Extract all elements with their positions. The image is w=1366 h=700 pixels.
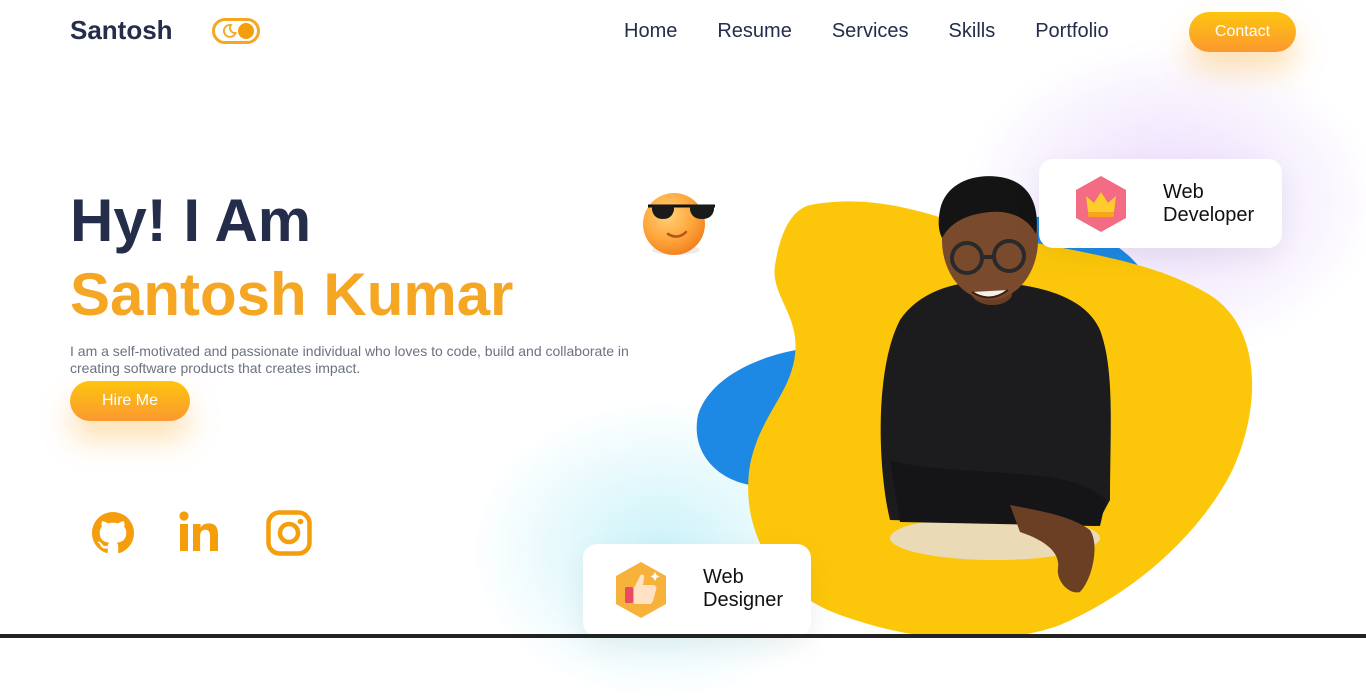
bottom-edge xyxy=(0,634,1366,638)
nav-link-portfolio[interactable]: Portfolio xyxy=(1035,20,1108,43)
nav-link-resume[interactable]: Resume xyxy=(717,20,791,43)
contact-button[interactable]: Contact xyxy=(1189,12,1296,52)
hero-greeting: Hy! I Am xyxy=(70,187,312,254)
web-developer-line2: Developer xyxy=(1163,204,1255,226)
web-designer-card: Web Designer xyxy=(583,544,811,636)
brand-logo[interactable]: Santosh xyxy=(70,15,173,46)
thumbs-up-icon xyxy=(616,562,666,618)
instagram-icon[interactable] xyxy=(264,508,314,558)
main-nav: Home Resume Services Skills Portfolio xyxy=(624,20,1109,43)
toggle-knob xyxy=(238,23,254,39)
nav-link-skills[interactable]: Skills xyxy=(949,20,996,43)
web-developer-line1: Web xyxy=(1163,181,1204,203)
web-designer-line1: Web xyxy=(703,566,744,588)
nav-link-services[interactable]: Services xyxy=(832,20,909,43)
linkedin-icon[interactable] xyxy=(176,508,226,558)
nav-link-home[interactable]: Home xyxy=(624,20,677,43)
moon-icon xyxy=(223,24,237,38)
theme-toggle[interactable] xyxy=(212,18,260,44)
web-developer-label: Web Developer xyxy=(1163,181,1254,227)
hire-me-button[interactable]: Hire Me xyxy=(70,381,190,421)
hero-name: Santosh Kumar xyxy=(70,261,514,328)
hero-description: I am a self-motivated and passionate ind… xyxy=(70,343,629,376)
crown-icon xyxy=(1076,176,1126,232)
github-icon[interactable] xyxy=(88,508,138,558)
web-developer-card: Web Developer xyxy=(1039,159,1282,248)
web-designer-label: Web Designer xyxy=(703,566,783,612)
web-designer-line2: Designer xyxy=(703,589,784,611)
